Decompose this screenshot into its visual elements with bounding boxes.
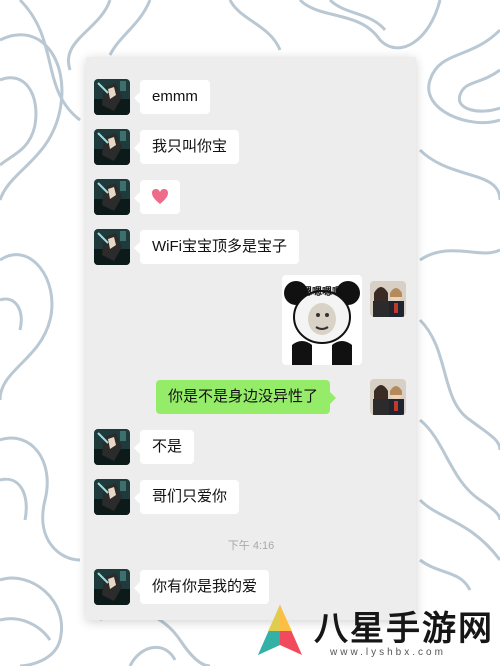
message-text: 哥们只爱你 xyxy=(152,488,228,505)
message-text: 我只叫你宝 xyxy=(152,138,228,155)
message-row xyxy=(86,179,416,219)
watermark-title: 八星手游网 xyxy=(314,609,494,649)
watermark-url: www.lyshbx.com xyxy=(330,647,446,658)
site-watermark: 八星手游网 www.lyshbx.com xyxy=(246,599,500,666)
friend-avatar[interactable] xyxy=(94,129,130,165)
message-row: 我只叫你宝 xyxy=(86,129,416,169)
message-bubble-incoming[interactable]: WiFi宝宝顶多是宝子 xyxy=(134,230,299,264)
message-text: emmm xyxy=(152,88,198,105)
friend-avatar[interactable] xyxy=(94,479,130,515)
message-text: WiFi宝宝顶多是宝子 xyxy=(152,238,287,255)
message-row: 你是不是身边没异性了 xyxy=(86,379,416,419)
message-timestamp: 下午 4:16 xyxy=(227,540,275,552)
friend-avatar[interactable] xyxy=(94,429,130,465)
message-bubble-incoming[interactable]: 哥们只爱你 xyxy=(133,480,240,514)
friend-avatar[interactable] xyxy=(94,179,130,215)
message-row: 哥们只爱你 xyxy=(86,479,416,519)
sticker-caption: 嗯嗯嗯嗯 xyxy=(302,287,342,298)
message-bubble-outgoing[interactable]: 你是不是身边没异性了 xyxy=(155,380,337,414)
my-avatar[interactable] xyxy=(370,379,406,415)
message-bubble-incoming[interactable]: 我只叫你宝 xyxy=(133,130,240,164)
friend-avatar[interactable] xyxy=(94,79,130,115)
site-logo-icon xyxy=(258,605,302,655)
message-text: 不是 xyxy=(152,438,183,455)
my-avatar[interactable] xyxy=(370,281,406,317)
message-bubble-incoming[interactable]: emmm xyxy=(134,80,210,114)
message-row: WiFi宝宝顶多是宝子 xyxy=(86,229,416,269)
message-text: 你是不是身边没异性了 xyxy=(167,388,318,405)
message-row: emmm xyxy=(86,79,416,119)
friend-avatar[interactable] xyxy=(94,229,130,265)
friend-avatar[interactable] xyxy=(94,569,130,605)
heart-icon xyxy=(152,189,168,204)
chat-screenshot: emmm 我只叫你宝 WiFi宝宝顶多是宝子 嗯嗯嗯嗯 你是不是身边没异性了 不… xyxy=(86,57,416,620)
message-text: 你有你是我的爱 xyxy=(152,578,258,595)
message-row: 不是 xyxy=(86,429,416,469)
message-bubble-incoming[interactable]: 不是 xyxy=(133,430,195,464)
sticker-message[interactable]: 嗯嗯嗯嗯 xyxy=(282,275,362,365)
message-bubble-incoming[interactable] xyxy=(134,180,180,214)
